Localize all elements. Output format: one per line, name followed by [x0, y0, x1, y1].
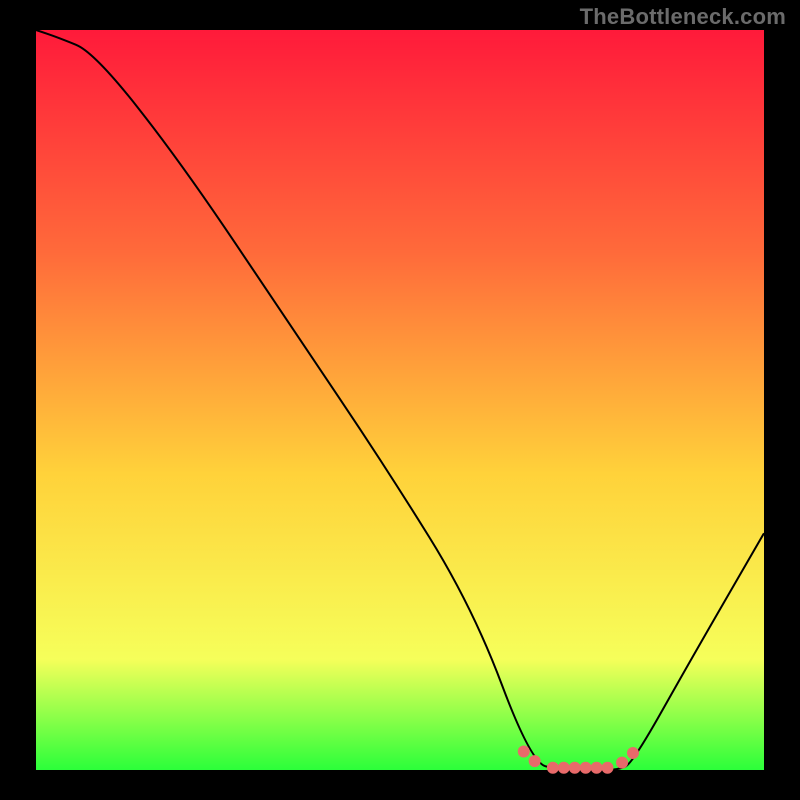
optimal-dot: [547, 762, 559, 774]
watermark-text: TheBottleneck.com: [580, 4, 786, 30]
optimal-dot: [627, 747, 639, 759]
optimal-dot: [529, 755, 541, 767]
optimal-dot: [558, 762, 570, 774]
optimal-dot: [518, 746, 530, 758]
bottleneck-plot: [0, 0, 800, 800]
chart-frame: TheBottleneck.com: [0, 0, 800, 800]
optimal-dot: [616, 757, 628, 769]
optimal-dot: [601, 762, 613, 774]
optimal-dot: [580, 762, 592, 774]
gradient-background: [36, 30, 764, 770]
optimal-dot: [569, 762, 581, 774]
optimal-dot: [591, 762, 603, 774]
